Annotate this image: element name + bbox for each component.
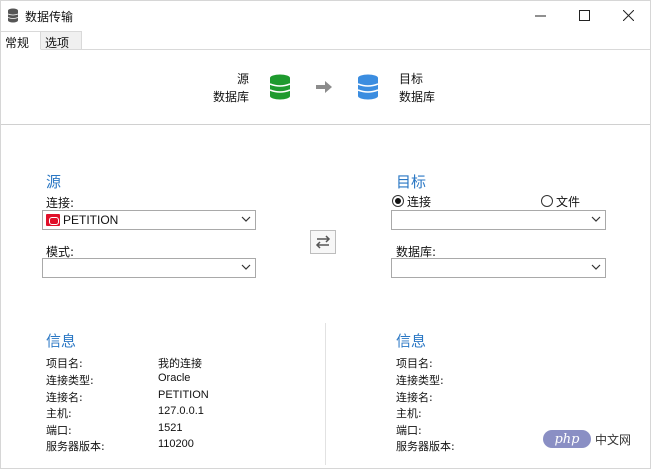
target-database-icon <box>357 74 379 100</box>
minimize-button[interactable] <box>519 1 561 29</box>
radio-connection-label: 连接 <box>407 195 432 209</box>
target-info-title: 信息 <box>396 332 427 350</box>
target-connection-select[interactable] <box>391 210 606 230</box>
info-key: 连接名: <box>396 391 433 404</box>
info-key: 项目名: <box>46 357 83 370</box>
target-db-label: 目标 数据库 <box>399 70 469 106</box>
window-title: 数据传输 <box>25 10 74 24</box>
tab-options[interactable]: 选项 <box>41 31 82 50</box>
target-database-select[interactable] <box>391 258 606 278</box>
info-key: 主机: <box>396 407 422 420</box>
info-value: Oracle <box>158 372 191 384</box>
source-database-icon <box>269 74 291 100</box>
swap-arrows-icon <box>315 235 331 249</box>
target-db-label-line1: 目标 <box>399 72 424 86</box>
source-db-label: 源 数据库 <box>191 70 249 106</box>
info-value: PETITION <box>158 389 209 401</box>
maximize-button[interactable] <box>563 1 605 29</box>
target-section-title: 目标 <box>396 173 427 191</box>
info-key: 服务器版本: <box>396 440 455 453</box>
source-connection-value: PETITION <box>63 213 119 227</box>
watermark: php 中文网 <box>543 429 643 449</box>
radio-file-label: 文件 <box>556 195 581 209</box>
close-icon <box>622 9 634 21</box>
info-value: 110200 <box>158 438 194 450</box>
info-key: 连接类型: <box>46 374 94 387</box>
info-key: 服务器版本: <box>46 440 105 453</box>
chevron-down-icon <box>241 264 251 270</box>
chevron-down-icon <box>591 264 601 270</box>
info-key: 项目名: <box>396 357 433 370</box>
title-bar: 数据传输 <box>1 1 650 31</box>
info-value: 1521 <box>158 422 183 434</box>
watermark-badge: php <box>543 430 591 448</box>
tab-bar: 常规 选项 <box>1 31 650 50</box>
tab-general[interactable]: 常规 <box>1 31 41 50</box>
info-key: 连接名: <box>46 391 83 404</box>
source-section-title: 源 <box>46 173 62 191</box>
arrow-right-icon <box>316 81 332 93</box>
info-key: 连接类型: <box>396 374 444 387</box>
data-transfer-window: 数据传输 常规 选项 源 数据库 目标 数据库 源 连接: PETITION 模… <box>0 0 651 469</box>
info-key: 端口: <box>46 424 72 437</box>
radio-connection[interactable] <box>392 195 404 207</box>
radio-file[interactable] <box>541 195 553 207</box>
source-info-title: 信息 <box>46 332 77 350</box>
source-connection-label: 连接: <box>46 196 75 210</box>
maximize-icon <box>578 9 590 21</box>
source-schema-select[interactable] <box>42 258 256 278</box>
info-divider <box>325 323 326 465</box>
target-db-label-line2: 数据库 <box>399 90 436 104</box>
oracle-icon <box>46 214 60 226</box>
source-db-label-line2: 数据库 <box>212 90 249 104</box>
close-button[interactable] <box>607 1 649 29</box>
watermark-text: 中文网 <box>595 432 632 447</box>
transfer-header: 源 数据库 目标 数据库 <box>1 50 650 125</box>
chevron-down-icon <box>591 216 601 222</box>
info-key: 主机: <box>46 407 72 420</box>
database-stack-icon <box>7 8 19 23</box>
info-value: 127.0.0.1 <box>158 405 204 417</box>
swap-button[interactable] <box>310 230 336 254</box>
info-key: 端口: <box>396 424 422 437</box>
source-db-label-line1: 源 <box>236 72 249 86</box>
minimize-icon <box>534 15 546 16</box>
info-value: 我的连接 <box>158 358 202 370</box>
chevron-down-icon <box>241 216 251 222</box>
source-connection-select[interactable]: PETITION <box>42 210 256 230</box>
